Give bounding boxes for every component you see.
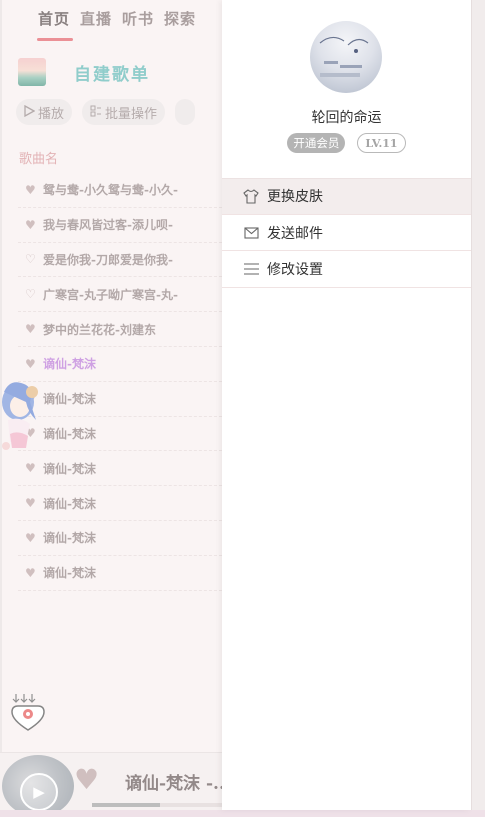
window-right-edge bbox=[471, 0, 485, 810]
username: 轮回的命运 bbox=[311, 110, 382, 126]
user-badges: 开通会员 LV.11 bbox=[222, 133, 471, 153]
menu-item-send-mail[interactable]: 发送邮件 bbox=[222, 215, 471, 252]
drawer-backdrop[interactable] bbox=[0, 0, 222, 810]
level-badge: LV.11 bbox=[357, 133, 406, 153]
menu-item-label: 修改设置 bbox=[267, 262, 323, 279]
user-avatar[interactable] bbox=[310, 21, 382, 93]
side-drawer: 轮回的命运 开通会员 LV.11 更换皮肤 发送邮件 修改设置 bbox=[222, 0, 471, 810]
menu-item-label: 发送邮件 bbox=[267, 225, 323, 242]
menu-lines-icon bbox=[242, 261, 260, 277]
menu-item-settings[interactable]: 修改设置 bbox=[222, 251, 471, 289]
bottom-strip bbox=[0, 810, 485, 817]
avatar-ink-art bbox=[319, 36, 369, 77]
drawer-menu: 更换皮肤 发送邮件 修改设置 bbox=[222, 178, 471, 289]
mail-icon bbox=[242, 225, 260, 241]
shirt-icon bbox=[242, 188, 260, 204]
open-vip-button[interactable]: 开通会员 bbox=[287, 133, 346, 153]
menu-item-change-skin[interactable]: 更换皮肤 bbox=[222, 178, 471, 215]
menu-item-label: 更换皮肤 bbox=[267, 189, 323, 206]
user-profile: 轮回的命运 开通会员 LV.11 bbox=[222, 0, 471, 178]
